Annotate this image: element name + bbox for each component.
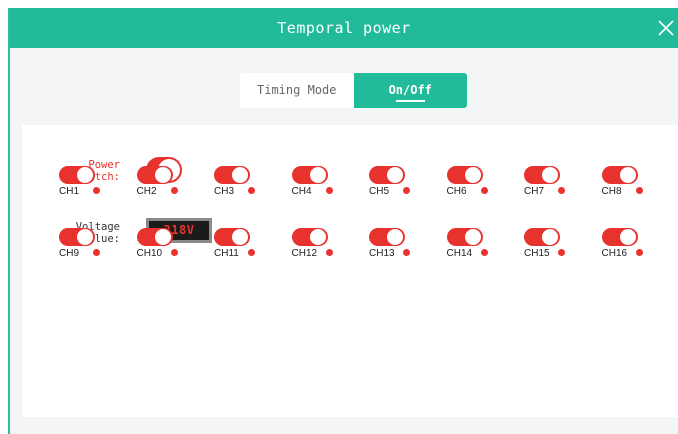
channel-2-status-dot (170, 187, 178, 194)
channel-14-toggle[interactable] (446, 228, 483, 246)
channel-10-toggle[interactable] (136, 228, 173, 246)
channel-1-knob (77, 167, 93, 183)
temporal-power-dialog: Temporal power Timing Mode On/Off Power … (8, 8, 678, 434)
channel-15-knob (542, 229, 558, 245)
tab-on-off-label: On/Off (388, 83, 432, 97)
channel-6: CH6 (446, 166, 507, 206)
channel-2-knob (154, 167, 171, 183)
channel-3-status-dot (248, 187, 255, 194)
channel-7-label: CH7 (524, 186, 545, 197)
channel-12-status-dot (325, 249, 333, 256)
channel-3-label: CH3 (214, 186, 235, 197)
channel-15-toggle[interactable] (524, 228, 560, 246)
channel-11: CH11 (214, 228, 274, 268)
channel-6-label: CH6 (446, 186, 467, 197)
mode-tabs: Timing Mode On/Off (240, 73, 467, 108)
dialog-title: Temporal power (277, 19, 411, 37)
channel-3: CH3 (214, 166, 274, 206)
channel-16-label: CH16 (601, 248, 628, 259)
channel-7-status-dot (558, 187, 565, 194)
channel-16-status-dot (635, 249, 643, 256)
channel-13: CH13 (369, 228, 429, 268)
channel-16: CH16 (601, 228, 662, 268)
channel-5-toggle[interactable] (369, 166, 405, 184)
channel-4-knob (309, 167, 326, 183)
channel-10-status-dot (170, 249, 178, 256)
channel-1: CH1 (59, 166, 119, 206)
channel-8-toggle[interactable] (601, 166, 638, 184)
channel-9-toggle[interactable] (59, 228, 95, 246)
channel-4-status-dot (325, 187, 333, 194)
channel-5: CH5 (369, 166, 429, 206)
channel-3-knob (232, 167, 248, 183)
channel-6-status-dot (480, 187, 488, 194)
channel-14-status-dot (480, 249, 488, 256)
title-bar: Temporal power (10, 8, 678, 48)
close-icon[interactable] (654, 16, 678, 40)
channel-14-label: CH14 (446, 248, 473, 259)
channel-5-status-dot (403, 187, 410, 194)
active-tab-underline (395, 100, 425, 102)
channel-2-toggle[interactable] (136, 166, 173, 184)
channel-6-knob (464, 167, 481, 183)
channel-11-toggle[interactable] (214, 228, 250, 246)
channel-5-knob (387, 167, 403, 183)
settings-panel: Power switch: Voltage value: 218V CH1 CH2… (22, 125, 678, 417)
channel-2: CH2 (136, 166, 197, 206)
channel-15: CH15 (524, 228, 584, 268)
channel-4-toggle[interactable] (291, 166, 328, 184)
channel-12: CH12 (291, 228, 352, 268)
channel-13-toggle[interactable] (369, 228, 405, 246)
channel-8: CH8 (601, 166, 662, 206)
channel-14-knob (464, 229, 481, 245)
channel-9-status-dot (93, 249, 100, 256)
channel-12-toggle[interactable] (291, 228, 328, 246)
channel-7-toggle[interactable] (524, 166, 560, 184)
channel-10-knob (154, 229, 171, 245)
channel-11-status-dot (248, 249, 255, 256)
channel-13-knob (387, 229, 403, 245)
channel-9: CH9 (59, 228, 119, 268)
channel-7-knob (542, 167, 558, 183)
channel-4-label: CH4 (291, 186, 312, 197)
channel-12-knob (309, 229, 326, 245)
channel-5-label: CH5 (369, 186, 390, 197)
channel-1-label: CH1 (59, 186, 80, 197)
channel-6-toggle[interactable] (446, 166, 483, 184)
tab-on-off[interactable]: On/Off (353, 73, 467, 108)
channel-1-status-dot (93, 187, 100, 194)
channel-14: CH14 (446, 228, 507, 268)
tab-timing-mode[interactable]: Timing Mode (240, 73, 354, 108)
channel-8-status-dot (635, 187, 643, 194)
channel-8-knob (619, 167, 636, 183)
channel-13-label: CH13 (369, 248, 395, 259)
channel-11-knob (232, 229, 248, 245)
channel-3-toggle[interactable] (214, 166, 250, 184)
channel-15-label: CH15 (524, 248, 550, 259)
channel-2-label: CH2 (136, 186, 157, 197)
channel-8-label: CH8 (601, 186, 622, 197)
channel-9-label: CH9 (59, 248, 80, 259)
channel-11-label: CH11 (214, 248, 239, 259)
channel-4: CH4 (291, 166, 352, 206)
channel-13-status-dot (403, 249, 410, 256)
channel-1-toggle[interactable] (59, 166, 95, 184)
channel-10: CH10 (136, 228, 197, 268)
channel-10-label: CH10 (136, 248, 163, 259)
channel-16-toggle[interactable] (601, 228, 638, 246)
channel-7: CH7 (524, 166, 584, 206)
channel-15-status-dot (558, 249, 565, 256)
channel-9-knob (77, 229, 93, 245)
channel-12-label: CH12 (291, 248, 318, 259)
channel-16-knob (619, 229, 636, 245)
